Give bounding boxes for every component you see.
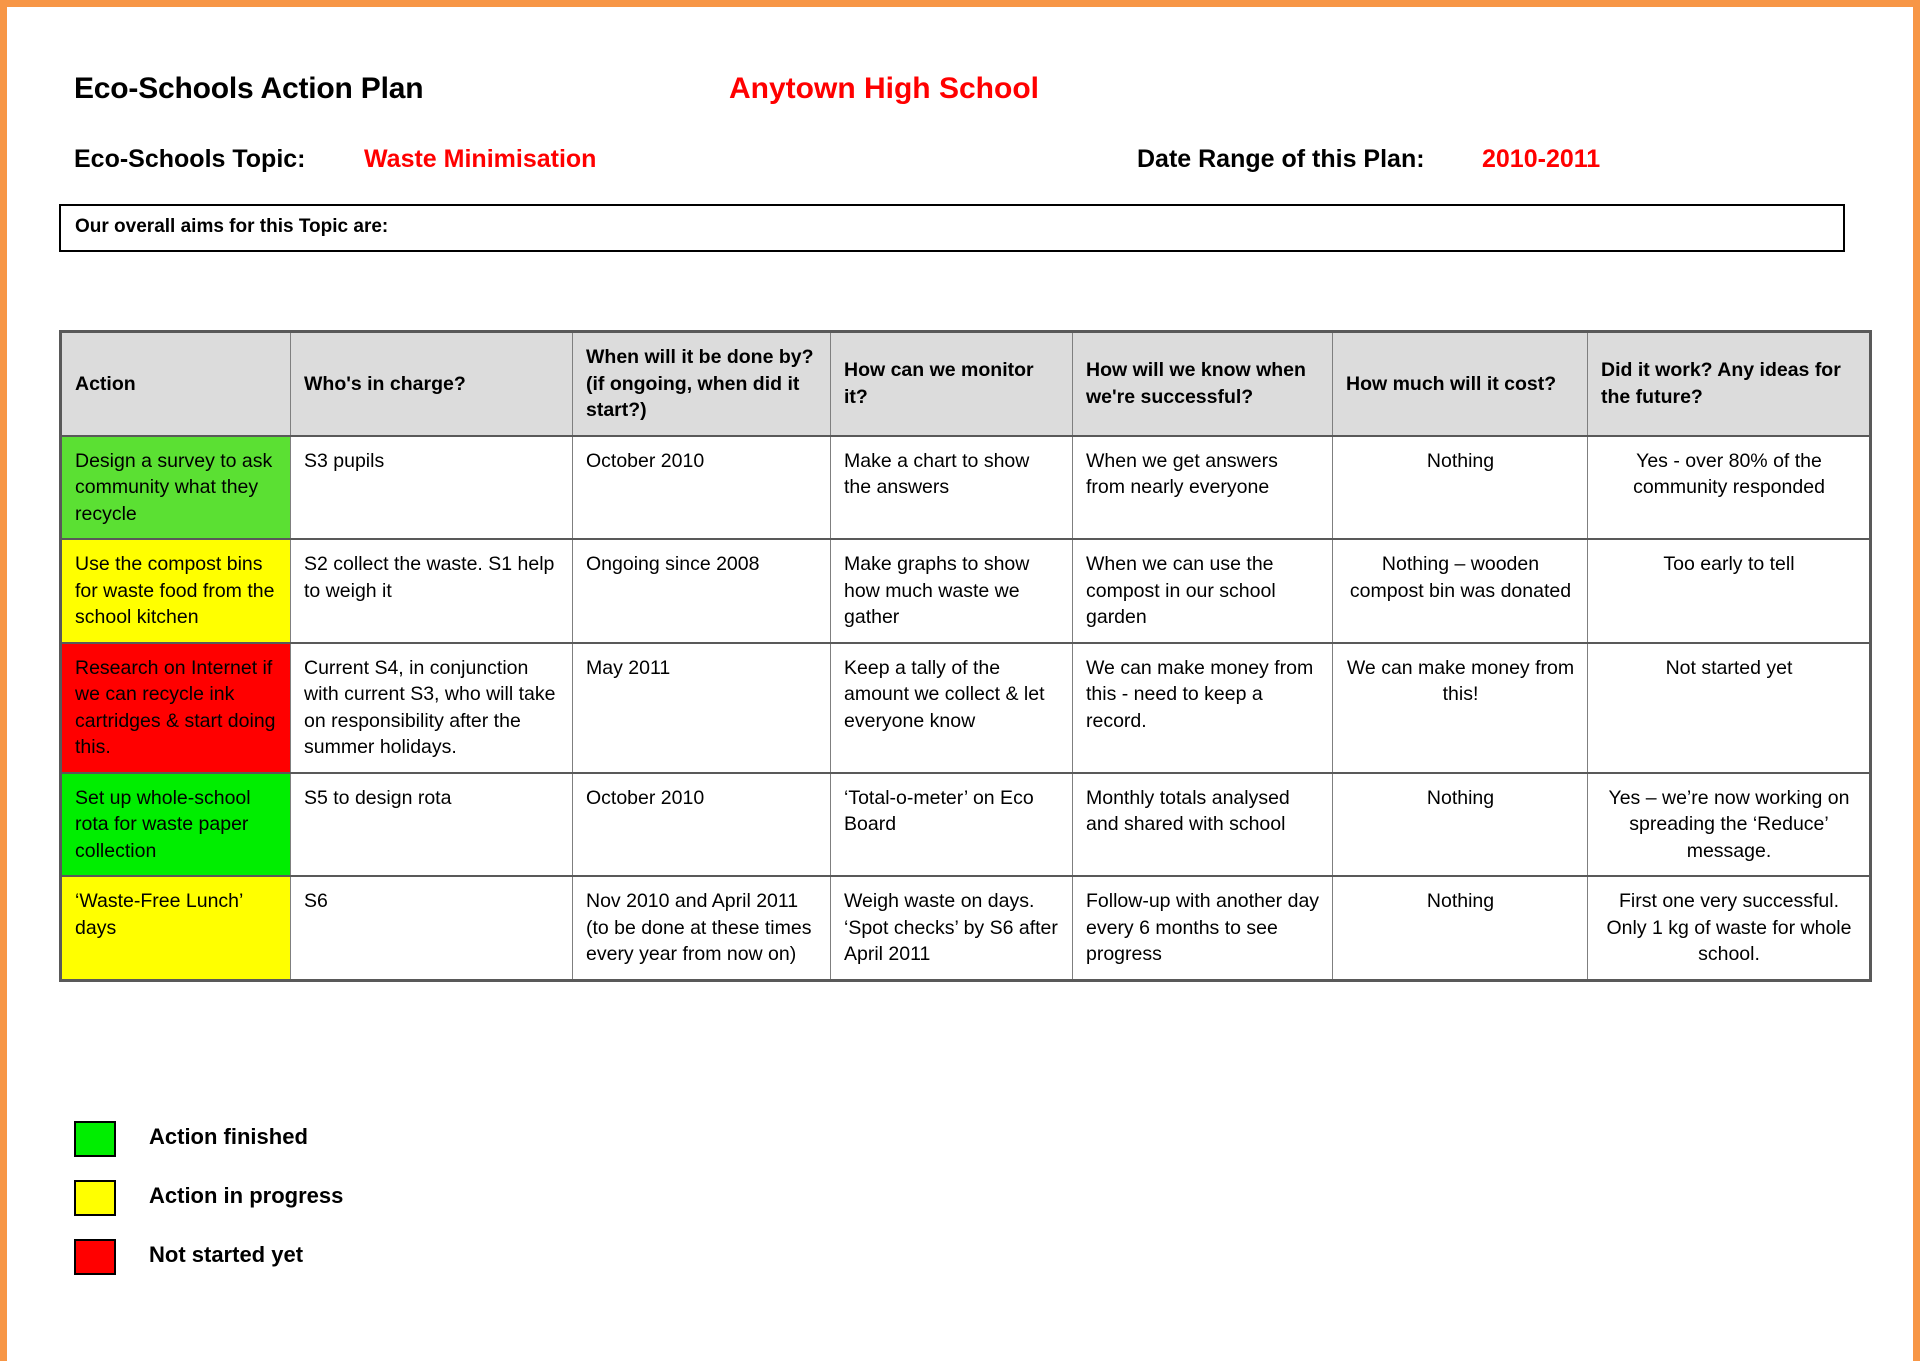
legend-label-not-started: Not started yet bbox=[149, 1242, 304, 1267]
table-row: Set up whole-school rota for waste paper… bbox=[59, 771, 1872, 877]
legend-swatch-yellow-icon bbox=[74, 1180, 116, 1216]
action-cell: ‘Waste-Free Lunch’ days bbox=[59, 875, 291, 982]
cost-cell: Nothing bbox=[1332, 434, 1588, 540]
status-legend: Action finished Action in progress Not s… bbox=[74, 1115, 574, 1292]
know-cell: When we can use the compost in our schoo… bbox=[1072, 538, 1333, 644]
legend-swatch-green-icon bbox=[74, 1121, 116, 1157]
overall-aims-box[interactable]: Our overall aims for this Topic are: bbox=[59, 204, 1845, 252]
work-cell: Yes – we’re now working on spreading the… bbox=[1587, 771, 1872, 877]
monitor-cell: ‘Total-o-meter’ on Eco Board bbox=[830, 771, 1073, 877]
cost-cell: Nothing – wooden compost bin was donated bbox=[1332, 538, 1588, 644]
date-range-value: 2010-2011 bbox=[1482, 145, 1601, 173]
monitor-cell: Make a chart to show the answers bbox=[830, 434, 1073, 540]
action-cell: Research on Internet if we can recycle i… bbox=[59, 641, 291, 774]
column-header-action: Action bbox=[59, 329, 291, 437]
overall-aims-label: Our overall aims for this Topic are: bbox=[75, 216, 389, 237]
when-cell: May 2011 bbox=[572, 641, 831, 774]
legend-swatch-red-icon bbox=[74, 1239, 116, 1275]
date-range-label: Date Range of this Plan: bbox=[1137, 145, 1425, 173]
work-cell: Too early to tell bbox=[1587, 538, 1872, 644]
work-cell: Not started yet bbox=[1587, 641, 1872, 774]
charge-cell: S2 collect the waste. S1 help to weigh i… bbox=[290, 538, 573, 644]
document-header-line2: Eco-Schools Topic: Waste Minimisation Da… bbox=[74, 145, 1834, 183]
action-cell: Use the compost bins for waste food from… bbox=[59, 538, 291, 644]
table-row: Use the compost bins for waste food from… bbox=[59, 538, 1872, 644]
action-cell: Design a survey to ask community what th… bbox=[59, 434, 291, 540]
document-sheet: Eco-Schools Action Plan Anytown High Sch… bbox=[0, 0, 1920, 1361]
topic-value: Waste Minimisation bbox=[364, 145, 597, 173]
legend-item-finished: Action finished bbox=[74, 1115, 574, 1174]
cost-cell: Nothing bbox=[1332, 875, 1588, 982]
table-header-row: Action Who's in charge? When will it be … bbox=[59, 329, 1872, 437]
charge-cell: S3 pupils bbox=[290, 434, 573, 540]
action-plan-table-body: Design a survey to ask community what th… bbox=[59, 434, 1872, 982]
when-cell: Ongoing since 2008 bbox=[572, 538, 831, 644]
charge-cell: Current S4, in conjunction with current … bbox=[290, 641, 573, 774]
table-row: ‘Waste-Free Lunch’ days S6 Nov 2010 and … bbox=[59, 875, 1872, 982]
action-plan-table: Action Who's in charge? When will it be … bbox=[59, 329, 1872, 982]
know-cell: Monthly totals analysed and shared with … bbox=[1072, 771, 1333, 877]
charge-cell: S5 to design rota bbox=[290, 771, 573, 877]
column-header-work: Did it work? Any ideas for the future? bbox=[1587, 329, 1872, 437]
charge-cell: S6 bbox=[290, 875, 573, 982]
monitor-cell: Weigh waste on days. ‘Spot checks’ by S6… bbox=[830, 875, 1073, 982]
table-row: Research on Internet if we can recycle i… bbox=[59, 641, 1872, 774]
page-border-frame-bottom-left bbox=[0, 1271, 7, 1361]
when-cell: October 2010 bbox=[572, 434, 831, 540]
school-name: Anytown High School bbox=[729, 72, 1039, 105]
know-cell: Follow-up with another day every 6 month… bbox=[1072, 875, 1333, 982]
page-border-frame-bottom-right bbox=[1913, 1271, 1920, 1361]
legend-item-in-progress: Action in progress bbox=[74, 1174, 574, 1233]
column-header-know: How will we know when we're successful? bbox=[1072, 329, 1333, 437]
know-cell: When we get answers from nearly everyone bbox=[1072, 434, 1333, 540]
cost-cell: We can make money from this! bbox=[1332, 641, 1588, 774]
cost-cell: Nothing bbox=[1332, 771, 1588, 877]
work-cell: First one very successful. Only 1 kg of … bbox=[1587, 875, 1872, 982]
monitor-cell: Make graphs to show how much waste we ga… bbox=[830, 538, 1073, 644]
column-header-monitor: How can we monitor it? bbox=[830, 329, 1073, 437]
when-cell: October 2010 bbox=[572, 771, 831, 877]
monitor-cell: Keep a tally of the amount we collect & … bbox=[830, 641, 1073, 774]
column-header-when: When will it be done by? (if ongoing, wh… bbox=[572, 329, 831, 437]
column-header-cost: How much will it cost? bbox=[1332, 329, 1588, 437]
page-title: Eco-Schools Action Plan bbox=[74, 72, 424, 105]
legend-item-not-started: Not started yet bbox=[74, 1233, 574, 1292]
know-cell: We can make money from this - need to ke… bbox=[1072, 641, 1333, 774]
table-row: Design a survey to ask community what th… bbox=[59, 434, 1872, 540]
legend-label-finished: Action finished bbox=[149, 1124, 308, 1149]
action-cell: Set up whole-school rota for waste paper… bbox=[59, 771, 291, 877]
column-header-charge: Who's in charge? bbox=[290, 329, 573, 437]
work-cell: Yes - over 80% of the community responde… bbox=[1587, 434, 1872, 540]
topic-label: Eco-Schools Topic: bbox=[74, 145, 306, 173]
document-header-line1: Eco-Schools Action Plan Anytown High Sch… bbox=[74, 72, 1834, 114]
when-cell: Nov 2010 and April 2011 (to be done at t… bbox=[572, 875, 831, 982]
legend-label-in-progress: Action in progress bbox=[149, 1183, 344, 1208]
